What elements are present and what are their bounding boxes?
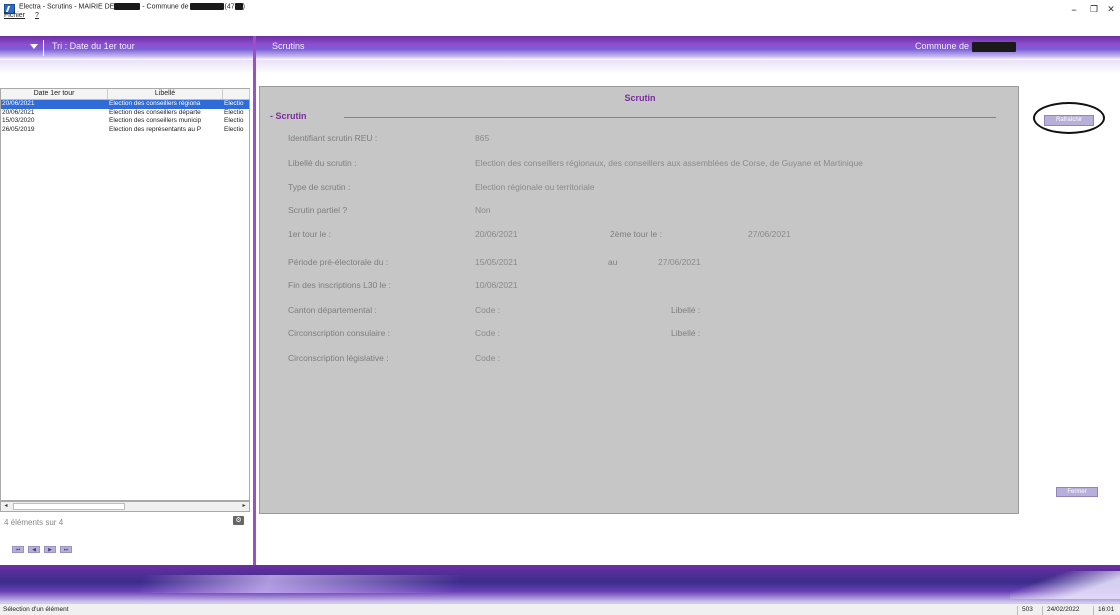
title-bar: Electra - Scrutins - MAIRIE DE - Commune… xyxy=(0,0,1120,22)
circ-consulaire-libelle: Libellé : xyxy=(671,328,701,338)
canton-code: Code : xyxy=(475,305,501,315)
type-label: Type de scrutin : xyxy=(288,182,351,192)
libelle-value: Election des conseillers régionaux, des … xyxy=(475,158,863,168)
partiel-value: Non xyxy=(475,205,491,215)
commune-label: Commune de xyxy=(915,41,1016,52)
horizontal-scrollbar[interactable]: ◂ ▸ xyxy=(0,501,250,512)
panel-title: Scrutin xyxy=(624,93,656,103)
last-page-button[interactable]: ⏭ xyxy=(60,546,72,553)
status-bar: Sélection d'un élément 503 24/02/2022 16… xyxy=(0,603,1120,615)
status-text: Sélection d'un élément xyxy=(3,606,69,613)
tour1-value: 20/06/2021 xyxy=(475,229,518,239)
scrollbar-thumb[interactable] xyxy=(13,503,125,510)
tour2-value: 27/06/2021 xyxy=(748,229,791,239)
fin-label: Fin des inscriptions L30 le : xyxy=(288,280,391,290)
id-label: Identifiant scrutin REU : xyxy=(288,133,378,143)
header-divider xyxy=(43,40,44,56)
periode-label: Période pré-électorale du : xyxy=(288,257,389,267)
column-header-type[interactable] xyxy=(223,89,250,99)
row-label: Election des représentants au P xyxy=(109,125,202,133)
close-button[interactable]: Fermer xyxy=(1056,487,1098,497)
libelle-label: Libellé du scrutin : xyxy=(288,158,357,168)
previous-page-button[interactable]: ◀ xyxy=(28,546,40,553)
window-title-prefix: Electra - Scrutins - MAIRIE DE xyxy=(19,3,115,11)
row-date: 15/03/2020 xyxy=(2,117,35,124)
row-date: 20/06/2021 xyxy=(2,100,35,107)
highlight-circle-annotation xyxy=(1033,102,1105,134)
sort-dropdown-icon[interactable] xyxy=(30,44,38,49)
menu-fichier[interactable]: Fichier xyxy=(4,12,25,19)
canton-label: Canton départemental : xyxy=(288,305,377,315)
table-row[interactable]: 20/06/2021 Election des conseillers régi… xyxy=(1,100,249,109)
item-count: 4 éléments sur 4 xyxy=(4,518,64,527)
header-bar: Tri : Date du 1er tour Scrutins Commune … xyxy=(0,36,1120,60)
tour1-label: 1er tour le : xyxy=(288,229,331,239)
partiel-label: Scrutin partiel ? xyxy=(288,205,348,215)
column-header-date[interactable]: Date 1er tour xyxy=(1,89,108,99)
scrutin-detail-panel: Scrutin - Scrutin Identifiant scrutin RE… xyxy=(259,86,1019,514)
periode-to: 27/06/2021 xyxy=(658,257,701,267)
circ-legislative-label: Circonscription législative : xyxy=(288,353,389,363)
window-title-end: ) xyxy=(242,3,245,11)
pane-splitter[interactable] xyxy=(253,36,256,604)
row-type: Electio xyxy=(224,117,244,124)
scrutin-list: Date 1er tour Libellé 20/06/2021 Electio… xyxy=(0,88,250,501)
row-date: 26/05/2019 xyxy=(2,125,35,133)
table-row[interactable]: 15/03/2020 Élection des conseillers muni… xyxy=(1,117,249,126)
minimize-button[interactable]: – xyxy=(1063,2,1085,18)
row-label: Election des conseillers départe xyxy=(109,108,201,116)
gear-icon[interactable]: ⚙ xyxy=(233,516,244,525)
footer-decoration xyxy=(0,565,1120,603)
application-window: Electra - Scrutins - MAIRIE DE - Commune… xyxy=(0,0,1120,615)
list-header: Date 1er tour Libellé xyxy=(1,89,250,100)
window-title-mid: - Commune de xyxy=(140,3,191,11)
periode-from: 15/05/2021 xyxy=(475,257,518,267)
id-value: 865 xyxy=(475,133,490,143)
close-window-button[interactable]: ✕ xyxy=(1100,2,1120,18)
status-time: 16:01 xyxy=(1093,606,1114,615)
periode-au: au xyxy=(608,257,618,267)
scroll-left-icon[interactable]: ◂ xyxy=(1,502,11,511)
first-page-button[interactable]: ⏮ xyxy=(12,546,24,553)
table-row[interactable]: 26/05/2019 Election des représentants au… xyxy=(1,126,249,135)
fin-value: 10/06/2021 xyxy=(475,280,518,290)
row-label: Election des conseillers régiona xyxy=(109,100,201,107)
window-title: Electra - Scrutins - MAIRIE DE - Commune… xyxy=(19,3,245,10)
next-page-button[interactable]: ▶ xyxy=(44,546,56,553)
canton-libelle: Libellé : xyxy=(671,305,701,315)
circ-legislative-code: Code : xyxy=(475,353,501,363)
status-date: 24/02/2022 xyxy=(1042,606,1080,615)
redacted-block xyxy=(971,41,1016,52)
status-code: 503 xyxy=(1017,606,1033,615)
table-row[interactable]: 20/06/2021 Election des conseillers dépa… xyxy=(1,109,249,118)
column-header-libelle[interactable]: Libellé xyxy=(108,89,223,99)
redacted-block xyxy=(234,3,243,10)
window-title-suffix: (47 xyxy=(224,3,235,11)
redacted-block xyxy=(190,3,225,10)
scroll-right-icon[interactable]: ▸ xyxy=(239,502,249,511)
row-type: Electio xyxy=(224,108,244,116)
type-value: Election régionale ou territoriale xyxy=(475,182,595,192)
section-title[interactable]: - Scrutin xyxy=(270,111,307,121)
tour2-label: 2ème tour le : xyxy=(610,229,662,239)
header-gradient xyxy=(0,60,1120,74)
circ-consulaire-label: Circonscription consulaire : xyxy=(288,328,391,338)
row-type: Electio xyxy=(224,125,244,133)
circ-consulaire-code: Code : xyxy=(475,328,501,338)
menu-help[interactable]: ? xyxy=(35,12,39,19)
redacted-block xyxy=(114,3,141,10)
menu-bar: Fichier ? xyxy=(4,12,47,19)
row-date: 20/06/2021 xyxy=(2,108,35,116)
page-title: Scrutins xyxy=(272,41,305,51)
row-label: Élection des conseillers municip xyxy=(109,117,202,124)
section-divider xyxy=(344,117,996,118)
sort-label[interactable]: Tri : Date du 1er tour xyxy=(52,41,135,51)
commune-label-text: Commune de xyxy=(915,41,970,51)
row-type: Electio xyxy=(224,100,244,107)
